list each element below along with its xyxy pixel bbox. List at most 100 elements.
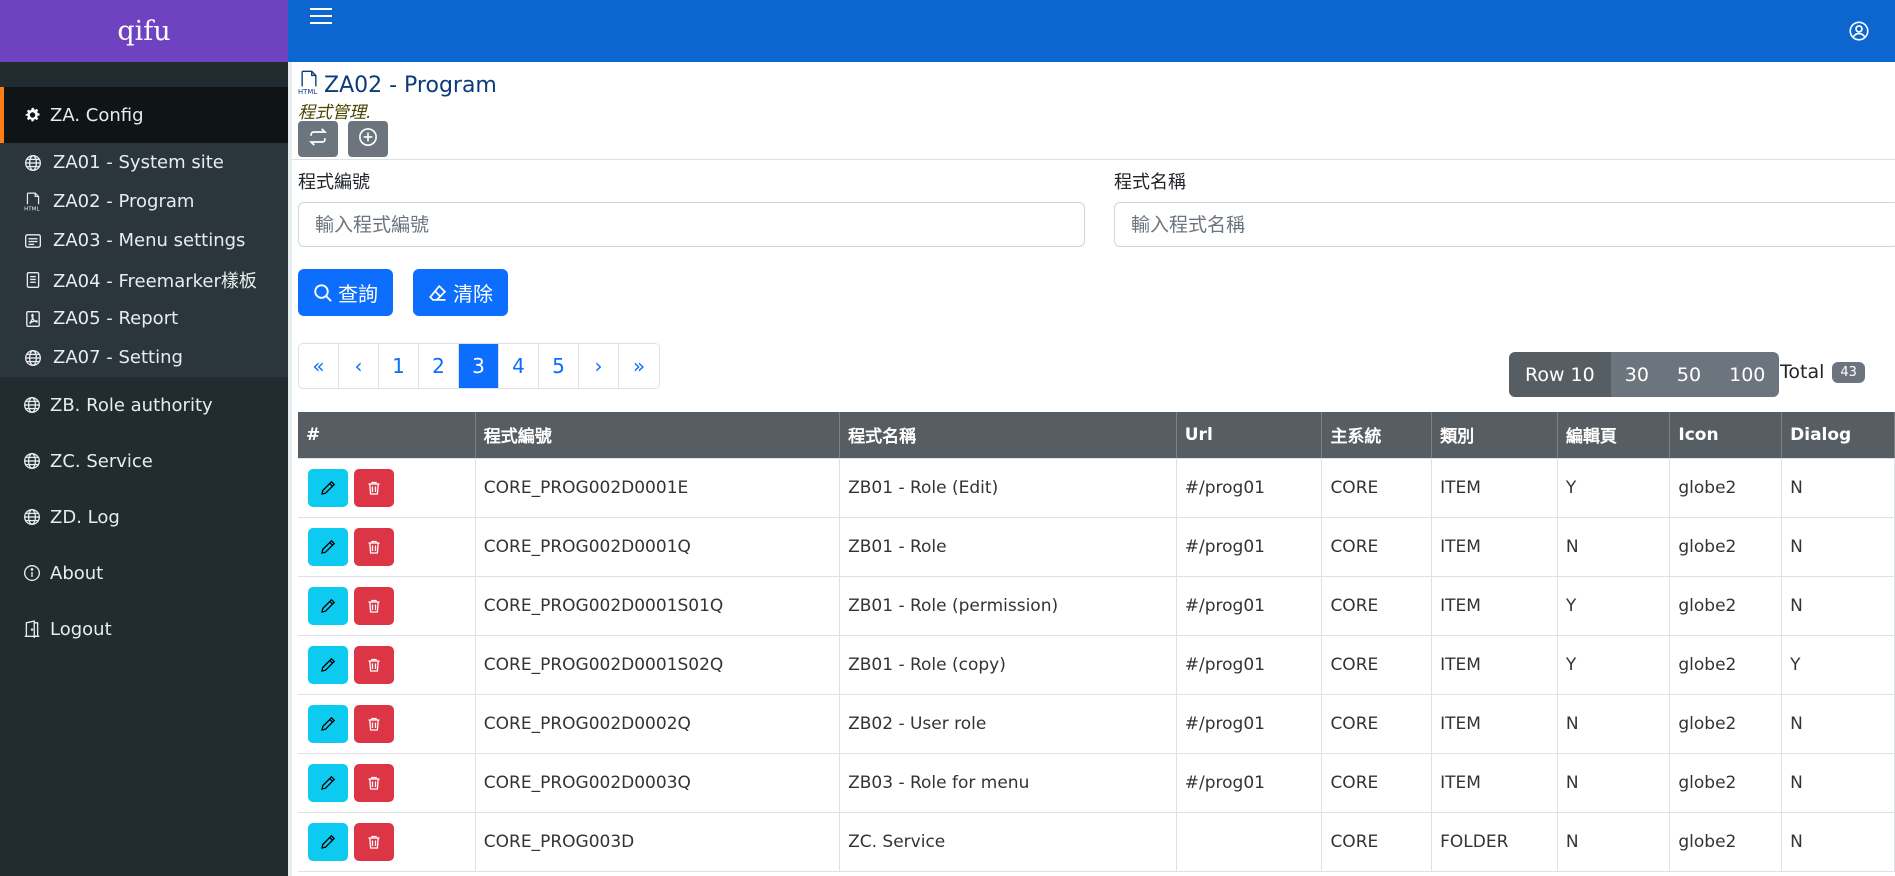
add-button[interactable] — [348, 121, 388, 157]
table-row: CORE_PROG002D0001Q ZB01 - Role #/prog01 COR… — [298, 517, 1895, 577]
page-1[interactable]: 1 — [379, 344, 419, 388]
prog-name-input[interactable] — [1114, 202, 1895, 247]
user-account-icon[interactable] — [1849, 21, 1869, 41]
edit-button[interactable] — [308, 527, 348, 566]
pencil-icon — [320, 657, 336, 673]
table-cell: ZB01 - Role — [839, 517, 1177, 577]
edit-button[interactable] — [308, 468, 348, 507]
delete-button[interactable] — [354, 527, 394, 566]
menu-card-icon — [23, 231, 43, 251]
sidebar-item-za01[interactable]: ZA01 - System site — [0, 143, 288, 182]
clear-button[interactable]: 清除 — [413, 269, 508, 316]
sidebar-item-service[interactable]: ZC. Service — [0, 433, 288, 489]
row-size-10[interactable]: Row 10 — [1509, 352, 1611, 397]
query-button[interactable]: 查詢 — [298, 269, 393, 316]
page-last[interactable]: » — [619, 344, 659, 388]
row-actions — [298, 635, 476, 695]
edit-button[interactable] — [308, 704, 348, 743]
globe-icon — [23, 153, 43, 173]
col-header: # — [298, 412, 476, 459]
delete-button[interactable] — [354, 645, 394, 684]
pencil-icon — [320, 834, 336, 850]
globe-icon — [22, 451, 42, 471]
table-cell: N — [1557, 694, 1671, 754]
table-cell: CORE — [1321, 517, 1433, 577]
table-cell: ITEM — [1431, 635, 1558, 695]
table-cell: Y — [1557, 635, 1671, 695]
table-cell: #/prog01 — [1176, 635, 1323, 695]
sidebar-item-za04[interactable]: ZA04 - Freemarker樣板 — [0, 260, 288, 299]
trash-icon — [366, 598, 382, 614]
page-3[interactable]: 3 — [459, 344, 499, 388]
sidebar-item-label: ZA05 - Report — [53, 308, 179, 329]
sidebar-item-about[interactable]: About — [0, 545, 288, 601]
edit-button[interactable] — [308, 586, 348, 625]
pagination: « ‹ 1 2 3 4 5 › » — [298, 343, 660, 389]
row-size-group: Row 10 30 50 100 — [1509, 352, 1780, 397]
table-cell: N — [1781, 694, 1895, 754]
row-size-30[interactable]: 30 — [1610, 352, 1663, 397]
edit-button[interactable] — [308, 822, 348, 861]
col-header: Url — [1176, 412, 1323, 459]
html-file-icon: HTML — [298, 70, 320, 100]
table-cell: ZB01 - Role (Edit) — [839, 458, 1177, 518]
table-cell: #/prog01 — [1176, 458, 1323, 518]
sidebar-item-za03[interactable]: ZA03 - Menu settings — [0, 221, 288, 260]
table-cell: Y — [1781, 635, 1895, 695]
page-prev[interactable]: ‹ — [339, 344, 379, 388]
table-cell: globe2 — [1669, 458, 1783, 518]
sidebar-item-logout[interactable]: Logout — [0, 601, 288, 657]
col-header: Icon — [1669, 412, 1783, 459]
sidebar-item-label: ZC. Service — [50, 450, 153, 472]
prog-id-input[interactable] — [298, 202, 1085, 247]
search-icon — [313, 283, 333, 303]
row-size-100[interactable]: 100 — [1715, 352, 1780, 397]
sidebar-item-label: About — [50, 562, 104, 584]
page-first[interactable]: « — [299, 344, 339, 388]
sidebar-item-za02[interactable]: HTML ZA02 - Program — [0, 182, 288, 221]
hamburger-menu-icon[interactable] — [310, 8, 332, 26]
table-cell: CORE_PROG002D0001S02Q — [475, 635, 841, 695]
refresh-button[interactable] — [298, 121, 338, 157]
page-5[interactable]: 5 — [539, 344, 579, 388]
delete-button[interactable] — [354, 468, 394, 507]
table-cell: CORE_PROG002D0003Q — [475, 753, 841, 813]
table-cell: ZC. Service — [839, 812, 1177, 872]
sidebar-item-za07[interactable]: ZA07 - Setting — [0, 338, 288, 377]
sidebar-item-log[interactable]: ZD. Log — [0, 489, 288, 545]
total-count: Total 43 — [1780, 361, 1865, 383]
table-row: CORE_PROG002D0001S02Q ZB01 - Role (copy) #… — [298, 635, 1895, 695]
table-row: CORE_PROG002D0003Q ZB03 - Role for menu #/… — [298, 753, 1895, 813]
page-4[interactable]: 4 — [499, 344, 539, 388]
brand-logo[interactable]: qifu — [0, 0, 288, 62]
delete-button[interactable] — [354, 822, 394, 861]
table-cell: ITEM — [1431, 753, 1558, 813]
edit-button[interactable] — [308, 645, 348, 684]
table-cell: CORE — [1321, 694, 1433, 754]
delete-button[interactable] — [354, 586, 394, 625]
delete-button[interactable] — [354, 704, 394, 743]
table-cell: CORE_PROG002D0002Q — [475, 694, 841, 754]
pdf-file-icon — [23, 309, 43, 329]
table-cell: ITEM — [1431, 576, 1558, 636]
row-actions — [298, 458, 476, 518]
globe-icon — [22, 507, 42, 527]
table-cell: CORE — [1321, 635, 1433, 695]
table-cell: N — [1781, 812, 1895, 872]
table-cell: N — [1557, 812, 1671, 872]
sidebar-item-za05[interactable]: ZA05 - Report — [0, 299, 288, 338]
sidebar-item-config[interactable]: ZA. Config — [0, 87, 288, 143]
sidebar-item-label: Logout — [50, 618, 112, 640]
table-cell: ZB01 - Role (permission) — [839, 576, 1177, 636]
page-2[interactable]: 2 — [419, 344, 459, 388]
col-header: 主系統 — [1321, 412, 1433, 459]
table-row: CORE_PROG002D0001S01Q ZB01 - Role (permis… — [298, 576, 1895, 636]
page-next[interactable]: › — [579, 344, 619, 388]
delete-button[interactable] — [354, 763, 394, 802]
sidebar-item-role[interactable]: ZB. Role authority — [0, 377, 288, 433]
table-row: CORE_PROG002D0002Q ZB02 - User role #/prog… — [298, 694, 1895, 754]
page-subtitle: 程式管理. — [298, 103, 372, 123]
edit-button[interactable] — [308, 763, 348, 802]
table-cell: CORE — [1321, 753, 1433, 813]
row-size-50[interactable]: 50 — [1662, 352, 1716, 397]
